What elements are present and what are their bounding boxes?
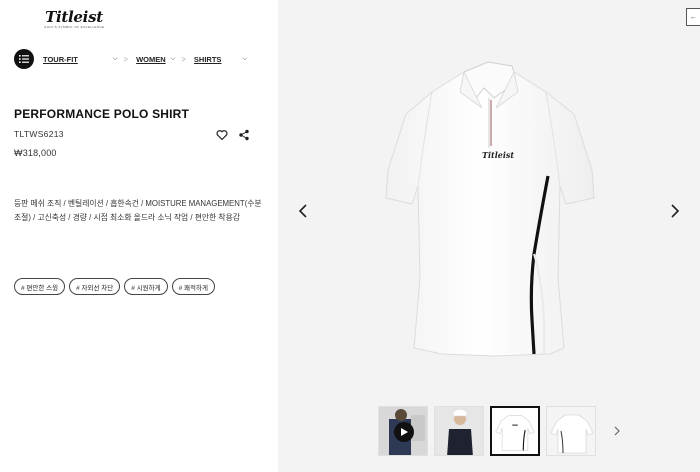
thumbnail-next-chevron-icon[interactable] — [612, 424, 622, 438]
product-gallery: ← Titleist — [278, 0, 700, 472]
breadcrumb-separator: > — [123, 54, 129, 64]
thumbnail-video[interactable] — [378, 406, 428, 456]
chevron-right-icon[interactable] — [668, 201, 682, 221]
tag-fresh[interactable]: # 쾌적하게 — [171, 278, 215, 295]
tag-uv-protection[interactable]: # 자외선 차단 — [69, 278, 121, 295]
back-thumb-image — [547, 407, 595, 455]
product-image[interactable]: Titleist — [384, 58, 604, 358]
breadcrumb: TOUR-FIT ⌵ > WOMEN ⌵ > SHIRTS ⌵ — [14, 49, 247, 69]
logo-tagline: GOLF'S SYMBOL OF EXCELLENCE — [44, 25, 105, 29]
heart-icon[interactable] — [216, 129, 228, 141]
chevron-left-icon[interactable] — [296, 201, 310, 221]
chevron-down-icon[interactable]: ⌵ — [171, 56, 176, 63]
product-price: ₩318,000 — [14, 148, 57, 158]
front-thumb-image — [495, 414, 535, 451]
feature-tags: # 편안한 스윙 # 자외선 차단 # 시원하게 # 쾌적하게 — [14, 278, 215, 295]
breadcrumb-separator: > — [181, 54, 186, 64]
category-menu-button[interactable] — [14, 49, 34, 69]
breadcrumb-item-shirts[interactable]: SHIRTS — [194, 55, 222, 64]
product-info-panel: Titleist GOLF'S SYMBOL OF EXCELLENCE TOU… — [0, 0, 278, 472]
product-title: PERFORMANCE POLO SHIRT — [14, 107, 190, 121]
chevron-down-icon[interactable]: ⌵ — [242, 56, 247, 63]
top-corner-button[interactable]: ← — [686, 8, 700, 26]
list-icon — [19, 55, 29, 63]
chevron-down-icon[interactable]: ⌵ — [113, 56, 118, 63]
thumbnail-model[interactable] — [434, 406, 484, 456]
tag-comfortable-swing[interactable]: # 편안한 스윙 — [14, 278, 66, 295]
thumbnail-back[interactable] — [546, 406, 596, 456]
thumbnail-strip — [378, 406, 596, 456]
product-description: 등판 메쉬 조직 / 벤틸레이션 / 흡한속건 / MOISTURE MANAG… — [14, 199, 262, 222]
tag-cool[interactable]: # 시원하게 — [124, 278, 168, 295]
product-code: TLTWS6213 — [14, 129, 64, 139]
logo-wordmark: Titleist — [45, 8, 103, 26]
chest-logo: Titleist — [482, 150, 514, 160]
titleist-logo[interactable]: Titleist GOLF'S SYMBOL OF EXCELLENCE — [44, 9, 104, 30]
thumbnail-front[interactable] — [490, 406, 540, 456]
model-thumb-image — [435, 407, 483, 455]
breadcrumb-item-tour-fit[interactable]: TOUR-FIT — [43, 55, 78, 64]
breadcrumb-item-women[interactable]: WOMEN — [136, 55, 166, 64]
play-icon[interactable] — [394, 422, 414, 442]
share-icon[interactable] — [238, 129, 250, 141]
